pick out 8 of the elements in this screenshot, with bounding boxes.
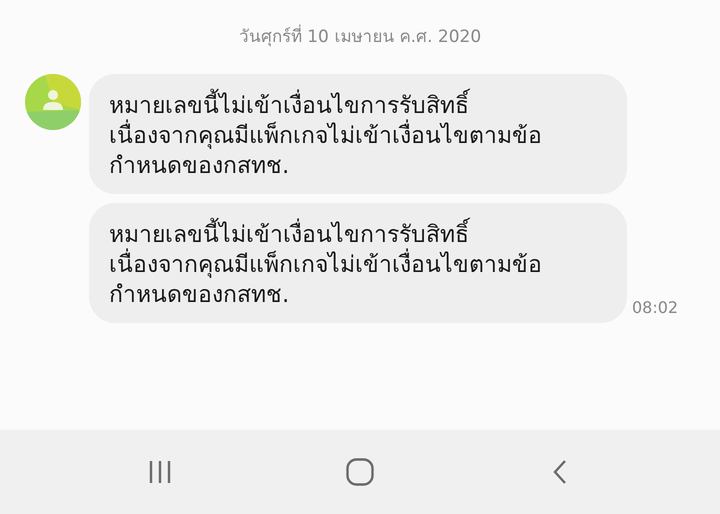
message-text: กำหนดของกสทช. <box>109 152 290 181</box>
home-icon[interactable] <box>346 458 374 486</box>
date-header: วันศุกร์ที่ 10 เมษายน ค.ศ. 2020 <box>238 24 482 50</box>
message-time: 08:02 <box>632 298 678 317</box>
message-text: เนื่องจากคุณมีแพ็กเกจไม่เข้าเงื่อนไขตามข้อ <box>109 121 542 151</box>
message-text: เนื่องจากคุณมีแพ็กเกจไม่เข้าเงื่อนไขตามข้อ <box>109 250 542 280</box>
message-text: กำหนดของกสทช. <box>109 281 290 310</box>
back-icon[interactable] <box>552 459 568 485</box>
